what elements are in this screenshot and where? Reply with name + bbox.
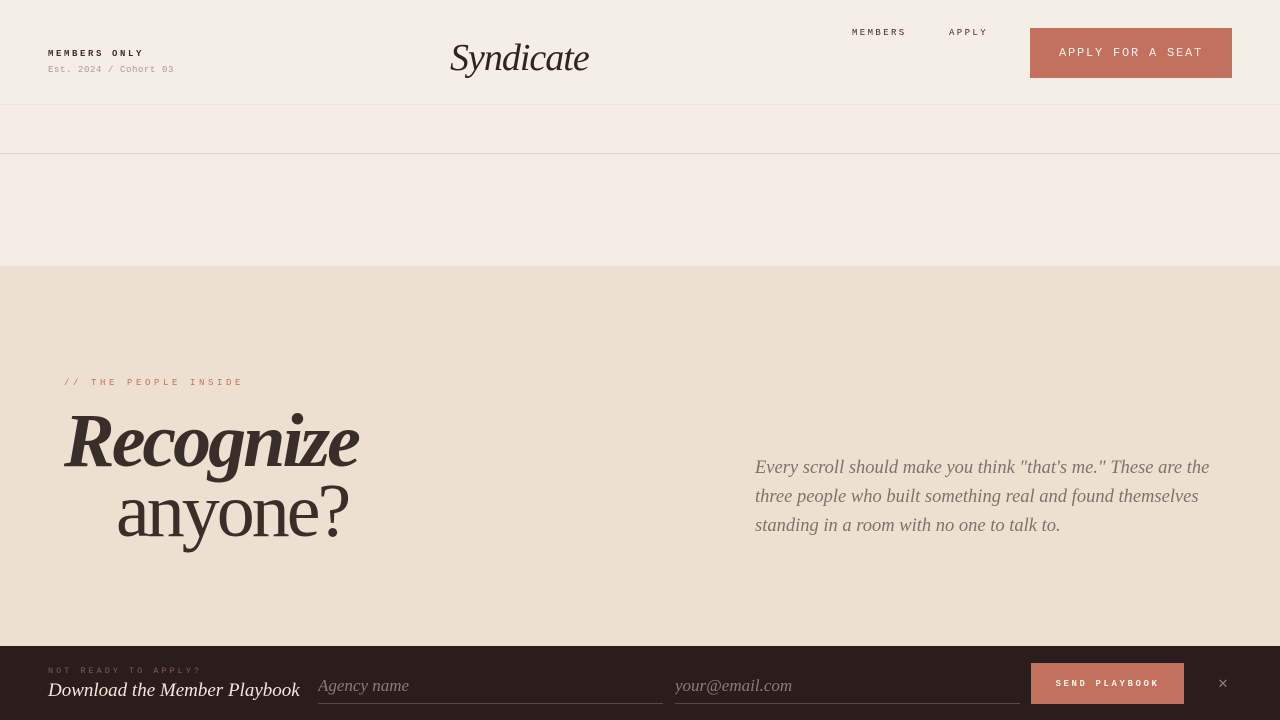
members-only-label: MEMBERS ONLY <box>48 49 145 59</box>
section-lede: Every scroll should make you think "that… <box>755 458 1210 536</box>
apply-for-seat-button[interactable]: APPLY FOR A SEAT <box>1030 28 1232 78</box>
banner-eyebrow: NOT READY TO APPLY? <box>48 666 202 676</box>
agency-name-input[interactable] <box>318 668 663 704</box>
nav-link-members[interactable]: MEMBERS <box>852 28 907 38</box>
playbook-banner: NOT READY TO APPLY? Download the Member … <box>0 646 1280 720</box>
site-header: MEMBERS ONLY Est. 2024 / Cohort 03 Syndi… <box>0 0 1280 105</box>
site-logo[interactable]: Syndicate <box>450 36 590 80</box>
email-input[interactable] <box>675 668 1020 704</box>
established-label: Est. 2024 / Cohort 03 <box>48 65 175 75</box>
banner-title: Download the Member Playbook <box>48 680 300 701</box>
people-inside-section: // THE PEOPLE INSIDE Recognize anyone? E… <box>0 266 1280 646</box>
send-playbook-button[interactable]: SEND PLAYBOOK <box>1031 663 1184 704</box>
divider <box>0 153 1280 154</box>
section-eyebrow: // THE PEOPLE INSIDE <box>64 378 245 388</box>
close-icon[interactable]: ✕ <box>1214 676 1232 694</box>
nav-link-apply[interactable]: APPLY <box>949 28 988 38</box>
headline-line-2: anyone? <box>116 469 351 553</box>
brand-meta: MEMBERS ONLY Est. 2024 / Cohort 03 <box>48 49 174 75</box>
